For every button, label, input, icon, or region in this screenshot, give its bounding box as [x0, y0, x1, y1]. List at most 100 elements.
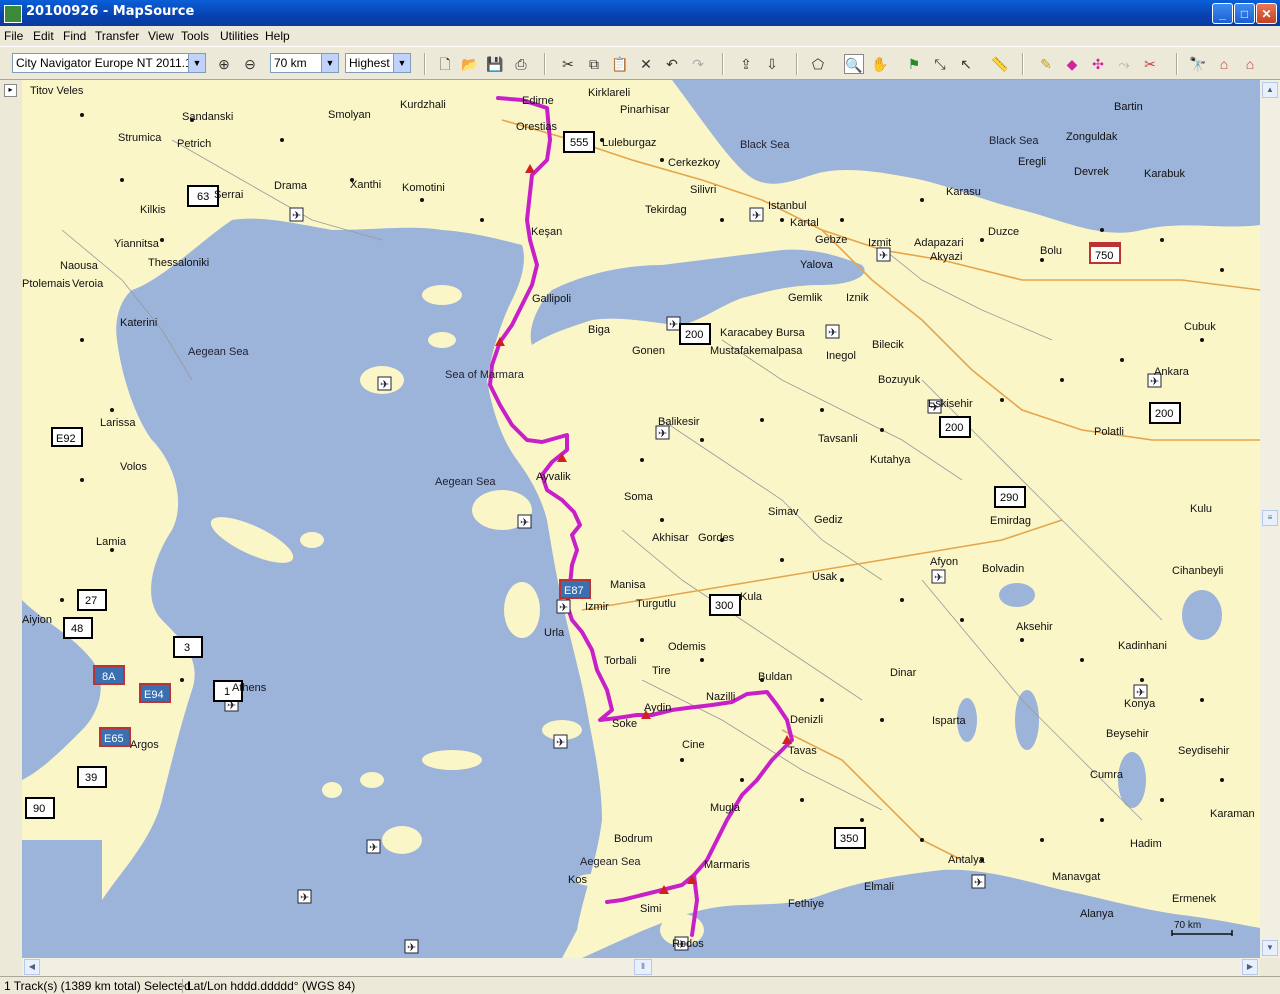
svg-text:E92: E92	[56, 433, 76, 445]
svg-text:Ankara: Ankara	[1154, 366, 1190, 378]
print-icon[interactable]: ⎙	[511, 54, 531, 74]
svg-text:Keşan: Keşan	[531, 226, 562, 238]
svg-text:8A: 8A	[102, 671, 116, 683]
horizontal-scrollbar[interactable]: ◀ ⦀ ▶	[22, 958, 1260, 976]
selection-arrow-icon[interactable]: ↖	[956, 54, 976, 74]
svg-text:Aegean Sea: Aegean Sea	[188, 346, 249, 358]
receive-from-device-icon[interactable]: ⇪	[736, 54, 756, 74]
map-canvas[interactable]: ✈ ✈ ✈ ✈ ✈ ✈ ✈ ✈ ✈ ✈ ✈ ✈ ✈ ✈ ✈ ✈ ✈ ✈ ✈ ✈ …	[22, 80, 1260, 958]
menu-tools[interactable]: Tools	[181, 29, 209, 43]
vertical-scroll-thumb[interactable]: ≡	[1262, 510, 1278, 526]
svg-text:Serrai: Serrai	[214, 189, 243, 201]
svg-text:90: 90	[33, 803, 45, 815]
zoom-scale-select[interactable]: 70 km ▼	[270, 53, 339, 73]
menu-utilities[interactable]: Utilities	[220, 29, 259, 43]
svg-text:Aksehir: Aksehir	[1016, 621, 1053, 633]
track-draw-icon[interactable]: ✎	[1036, 54, 1056, 74]
menu-help[interactable]: Help	[265, 29, 290, 43]
find-nearby-icon[interactable]: ⌂	[1214, 54, 1234, 74]
toolbar-separator	[722, 53, 724, 75]
zoom-in-icon[interactable]: ⊕	[214, 54, 234, 74]
svg-text:Hadim: Hadim	[1130, 838, 1162, 850]
svg-text:300: 300	[715, 600, 733, 612]
svg-text:Soke: Soke	[612, 718, 637, 730]
svg-text:Isparta: Isparta	[932, 715, 967, 727]
menu-find[interactable]: Find	[63, 29, 86, 43]
svg-text:Bolvadin: Bolvadin	[982, 563, 1024, 575]
svg-text:Nazilli: Nazilli	[706, 691, 735, 703]
svg-text:Beysehir: Beysehir	[1106, 728, 1149, 740]
svg-text:Karaman: Karaman	[1210, 808, 1255, 820]
toolbar-separator	[1176, 53, 1178, 75]
lake-egirdir	[1015, 690, 1039, 750]
toolbar-separator	[796, 53, 798, 75]
map-view[interactable]: ✈ ✈ ✈ ✈ ✈ ✈ ✈ ✈ ✈ ✈ ✈ ✈ ✈ ✈ ✈ ✈ ✈ ✈ ✈ ✈ …	[22, 80, 1260, 958]
redo-icon[interactable]: ↷	[688, 54, 708, 74]
measure-ruler-icon[interactable]: 📏	[990, 54, 1010, 74]
map-product-select[interactable]: City Navigator Europe NT 2011.1 ▼	[12, 53, 206, 73]
route-tool-icon[interactable]: ⤡	[930, 54, 950, 74]
waypoint-flag-icon[interactable]: ⚑	[904, 54, 924, 74]
scroll-left-button[interactable]: ◀	[24, 959, 40, 975]
menu-transfer[interactable]: Transfer	[95, 29, 139, 43]
svg-text:Izmit: Izmit	[868, 237, 891, 249]
svg-text:Aydin: Aydin	[644, 702, 671, 714]
track-divider-icon[interactable]: ✣	[1088, 54, 1108, 74]
svg-text:Balikesir: Balikesir	[658, 416, 700, 428]
hand-tool-icon[interactable]: ✋	[870, 54, 890, 74]
map-product-tool-icon[interactable]: ⬠	[808, 54, 828, 74]
svg-text:Kartal: Kartal	[790, 217, 819, 229]
svg-text:Akhisar: Akhisar	[652, 532, 689, 544]
find-binoculars-icon[interactable]: 🔭	[1188, 54, 1208, 74]
scroll-right-button[interactable]: ▶	[1242, 959, 1258, 975]
svg-text:Bozuyuk: Bozuyuk	[878, 374, 921, 386]
minimize-button[interactable]: _	[1212, 3, 1233, 24]
chevron-down-icon[interactable]: ▼	[393, 54, 410, 72]
svg-text:Inegol: Inegol	[826, 350, 856, 362]
island-gokceada	[428, 332, 456, 348]
scroll-up-button[interactable]: ▲	[1262, 82, 1278, 98]
svg-text:Gediz: Gediz	[814, 514, 843, 526]
zoom-out-icon[interactable]: ⊖	[240, 54, 260, 74]
scroll-down-button[interactable]: ▼	[1262, 940, 1278, 956]
svg-text:✈: ✈	[559, 602, 568, 614]
expand-panel-button[interactable]: ▸	[4, 84, 17, 97]
island-naxos	[382, 826, 422, 854]
svg-text:Kurdzhali: Kurdzhali	[400, 99, 446, 111]
track-split-icon[interactable]: ✂	[1140, 54, 1160, 74]
new-file-icon[interactable]: 🗋	[435, 54, 455, 74]
cut-icon[interactable]: ✂	[558, 54, 578, 74]
copy-icon[interactable]: ⧉	[584, 54, 604, 74]
island-ikaria	[422, 750, 482, 770]
delete-icon[interactable]: ✕	[636, 54, 656, 74]
svg-text:E94: E94	[144, 689, 164, 701]
svg-text:Eregli: Eregli	[1018, 156, 1046, 168]
vertical-scrollbar[interactable]: ▲ ≡ ▼	[1260, 80, 1280, 958]
menu-file[interactable]: File	[4, 29, 23, 43]
menu-view[interactable]: View	[148, 29, 174, 43]
chevron-down-icon[interactable]: ▼	[188, 54, 205, 72]
menu-edit[interactable]: Edit	[33, 29, 54, 43]
send-to-device-icon[interactable]: ⇩	[762, 54, 782, 74]
find-places-icon[interactable]: ⌂	[1240, 54, 1260, 74]
selection-status: 1 Track(s) (1389 km total) Selected	[4, 979, 191, 993]
track-eraser-icon[interactable]: ◆	[1062, 54, 1082, 74]
svg-text:✈: ✈	[658, 428, 667, 440]
zoom-tool-icon[interactable]: 🔍	[844, 54, 864, 74]
horizontal-scroll-thumb[interactable]: ⦀	[634, 959, 652, 975]
open-folder-icon[interactable]: 📂	[460, 54, 480, 74]
svg-text:Aegean Sea: Aegean Sea	[435, 476, 496, 488]
save-icon[interactable]: 💾	[485, 54, 505, 74]
close-button[interactable]: ✕	[1256, 3, 1277, 24]
svg-text:Petrich: Petrich	[177, 138, 211, 150]
svg-text:Gordes: Gordes	[698, 532, 735, 544]
chevron-down-icon[interactable]: ▼	[321, 54, 338, 72]
detail-level-select[interactable]: Highest ▼	[345, 53, 411, 73]
undo-icon[interactable]: ↶	[662, 54, 682, 74]
svg-text:Ermenek: Ermenek	[1172, 893, 1217, 905]
maximize-button[interactable]: □	[1234, 3, 1255, 24]
svg-text:✈: ✈	[407, 942, 416, 954]
island-syros	[360, 772, 384, 788]
track-join-icon[interactable]: ⤳	[1114, 54, 1134, 74]
paste-icon[interactable]: 📋	[610, 54, 630, 74]
